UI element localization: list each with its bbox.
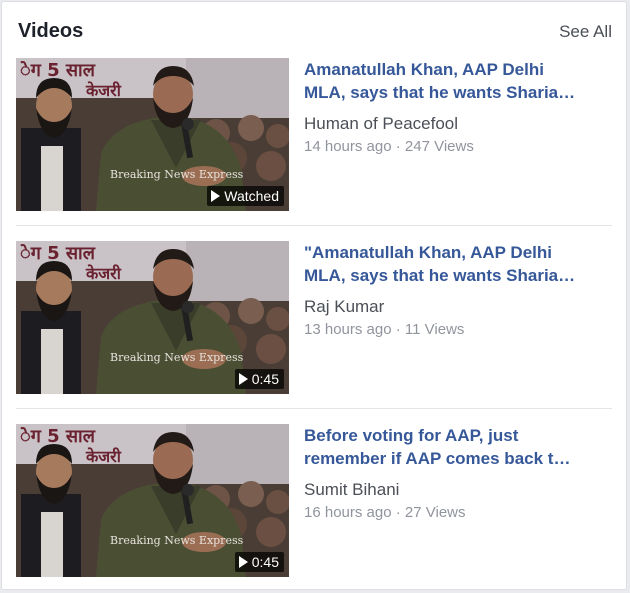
video-views: 247 Views (404, 138, 474, 155)
video-author: Sumit Bihani (304, 480, 400, 499)
video-title-link[interactable]: Before voting for AAP, just remember if … (304, 424, 604, 470)
video-meta: 13 hours ago · 11 Views (304, 321, 464, 338)
video-thumbnail[interactable]: ेग 5 साल केजरी Breaking News Express (16, 424, 289, 577)
svg-text:Breaking News Express: Breaking News Express (110, 168, 244, 181)
duration-badge: 0:45 (234, 552, 284, 572)
badge-label: Watched (224, 188, 279, 204)
video-time: 16 hours ago (304, 504, 392, 521)
svg-text:केजरी: केजरी (85, 447, 122, 466)
badge-label: 0:45 (251, 371, 279, 387)
svg-text:केजरी: केजरी (85, 264, 122, 283)
play-icon (211, 190, 221, 202)
meta-separator: · (395, 504, 401, 521)
video-views: 11 Views (404, 321, 465, 338)
video-thumbnail[interactable]: ेग 5 साल केजरी Breaking News Express (16, 241, 289, 394)
duration-badge: 0:45 (234, 369, 284, 389)
video-item: ेग 5 साल केजरी Breaking News Express (16, 424, 612, 579)
video-item: ेग 5 साल केजरी Breaking News Express (16, 58, 612, 213)
video-item: ेग 5 साल केजरी Breaking News Express (16, 241, 612, 396)
badge-label: 0:45 (251, 554, 279, 570)
play-icon (238, 556, 248, 568)
svg-text:Breaking News Express: Breaking News Express (110, 534, 244, 547)
video-meta: 16 hours ago · 27 Views (304, 504, 466, 521)
divider (16, 408, 612, 409)
video-title-link[interactable]: Amanatullah Khan, AAP Delhi MLA, says th… (304, 58, 604, 104)
video-time: 14 hours ago (304, 138, 392, 155)
svg-text:केजरी: केजरी (85, 81, 122, 100)
svg-text:ेग 5 साल: ेग 5 साल (20, 60, 96, 81)
play-icon (238, 373, 248, 385)
watched-badge: Watched (207, 186, 284, 206)
svg-text:Breaking News Express: Breaking News Express (110, 351, 244, 364)
divider (16, 225, 612, 226)
svg-text:ेग 5 साल: ेग 5 साल (20, 426, 96, 447)
video-thumbnail[interactable]: ेग 5 साल केजरी Breaking News Express (16, 58, 289, 211)
video-title-link[interactable]: "Amanatullah Khan, AAP Delhi MLA, says t… (304, 241, 604, 287)
video-time: 13 hours ago (304, 321, 392, 338)
svg-text:ेग 5 साल: ेग 5 साल (20, 243, 96, 264)
video-views: 27 Views (404, 504, 466, 521)
meta-separator: · (395, 138, 401, 155)
see-all-link[interactable]: See All (559, 22, 612, 42)
video-author: Human of Peacefool (304, 114, 459, 133)
section-title: Videos (18, 20, 84, 42)
video-meta: 14 hours ago · 247 Views (304, 138, 474, 155)
video-author: Raj Kumar (304, 297, 385, 316)
meta-separator: · (395, 321, 401, 338)
